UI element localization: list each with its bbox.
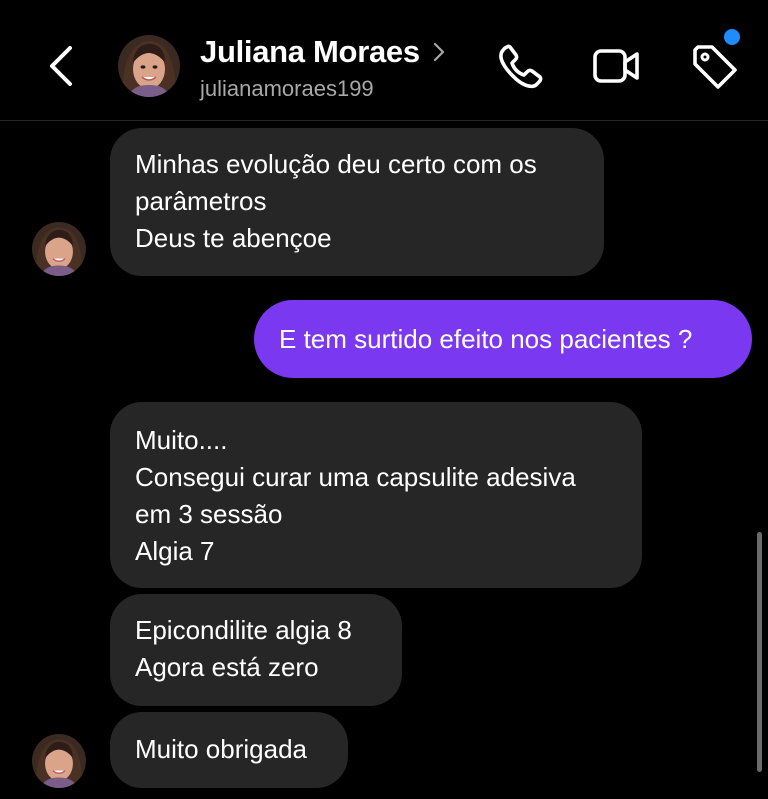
contact-name: Juliana Moraes [200, 34, 420, 69]
message-text: parâmetros [135, 186, 267, 216]
back-button[interactable] [46, 44, 78, 88]
call-button[interactable] [496, 42, 544, 90]
message-text: Epicondilite algia 8 [135, 615, 352, 645]
message-bubble[interactable]: Epicondilite algia 8 Agora está zero [110, 594, 402, 706]
message-text: Deus te abençoe [135, 223, 332, 253]
tag-button[interactable] [690, 42, 738, 90]
message-bubble[interactable]: Muito.... Consegui curar uma capsulite a… [110, 402, 642, 588]
message-bubble[interactable]: Minhas evolução deu certo com os parâmet… [110, 128, 604, 276]
header-avatar[interactable] [118, 35, 180, 97]
notification-dot [724, 29, 740, 45]
video-camera-icon [593, 49, 639, 83]
message-text: Muito obrigada [135, 734, 307, 764]
contact-name-button[interactable]: Juliana Moraes [200, 34, 446, 70]
message-text: em 3 sessão [135, 499, 283, 529]
message-text: Muito.... [135, 425, 228, 455]
video-call-button[interactable] [592, 42, 640, 90]
sent-message-bubble[interactable]: E tem surtido efeito nos pacientes ? [254, 300, 752, 378]
sender-avatar[interactable] [32, 734, 86, 788]
chat-header: Juliana Moraes julianamoraes199 [0, 0, 768, 121]
scrollbar[interactable] [757, 532, 762, 772]
contact-username: julianamoraes199 [200, 76, 374, 101]
message-text: Algia 7 [135, 536, 215, 566]
message-text: Agora está zero [135, 652, 319, 682]
tag-icon [693, 45, 737, 89]
message-text: E tem surtido efeito nos pacientes ? [279, 323, 693, 354]
message-bubble[interactable]: Muito obrigada [110, 712, 348, 788]
message-text: Consegui curar uma capsulite adesiva [135, 462, 576, 492]
phone-icon [499, 44, 543, 89]
sender-avatar[interactable] [32, 222, 86, 276]
message-text: Minhas evolução deu certo com os [135, 149, 537, 179]
back-icon [50, 46, 72, 86]
chevron-right-icon [433, 42, 444, 62]
